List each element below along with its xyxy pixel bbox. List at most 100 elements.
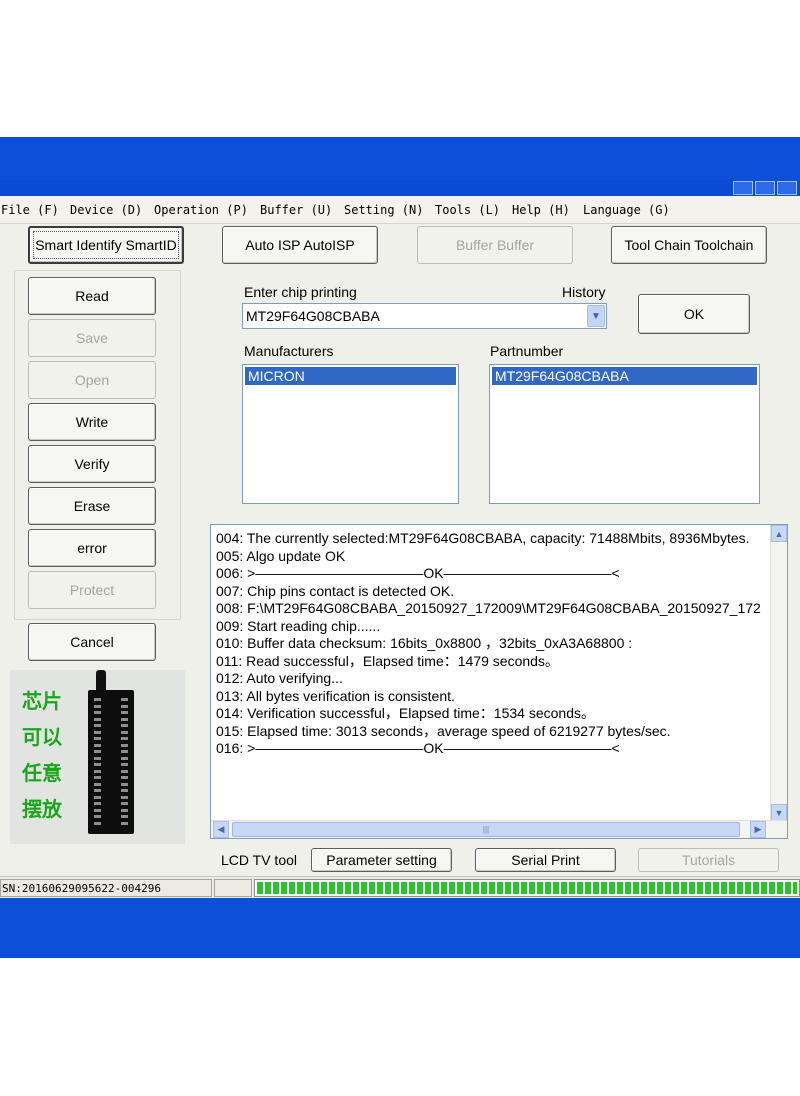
socket-pin: [121, 724, 128, 727]
socket-pin: [121, 737, 128, 740]
socket-pin: [94, 756, 101, 760]
menu-buffer[interactable]: Buffer (U): [260, 203, 332, 217]
socket-pin: [121, 750, 128, 753]
auto-isp-button[interactable]: Auto ISP AutoISP: [222, 226, 378, 264]
progress-fill: [257, 882, 797, 894]
bottom-blue-band: [0, 898, 800, 958]
tool-chain-button[interactable]: Tool Chain Toolchain: [611, 226, 767, 264]
socket-pin: [94, 763, 101, 766]
read-button[interactable]: Read: [28, 277, 156, 315]
manufacturers-label: Manufacturers: [244, 343, 334, 359]
chip-socket-photo: 芯片 可以 任意 摆放: [10, 670, 185, 844]
status-bar: SN:20160629095622-004296: [0, 876, 800, 898]
parameter-setting-button[interactable]: Parameter setting: [311, 848, 452, 872]
socket-pin: [121, 704, 128, 708]
log-lines: 004: The currently selected:MT29F64G08CB…: [216, 530, 766, 758]
socket-pin: [94, 776, 101, 779]
programmer-window: File (F) Device (D) Operation (P) Buffer…: [0, 196, 800, 898]
socket-pin: [121, 815, 128, 818]
socket-pin: [121, 730, 128, 734]
socket-pin: [94, 821, 101, 825]
serial-number: SN:20160629095622-004296: [0, 879, 212, 897]
socket-pin: [94, 789, 101, 792]
socket-pin: [121, 808, 128, 812]
socket-pin: [94, 711, 101, 714]
menu-tools[interactable]: Tools (L): [435, 203, 500, 217]
scroll-thumb[interactable]: |||: [232, 822, 740, 837]
photo-caption-4: 摆放: [22, 797, 62, 821]
scroll-right-icon[interactable]: ▶: [750, 821, 766, 838]
protect-button[interactable]: Protect: [28, 571, 156, 609]
window-titlebar: [0, 180, 800, 196]
menu-file[interactable]: File (F): [1, 203, 59, 217]
socket-pin: [121, 802, 128, 805]
list-item-manufacturer[interactable]: MICRON: [245, 367, 456, 385]
socket-pin: [94, 795, 101, 799]
log-line: 011: Read successful，Elapsed time：1479 s…: [216, 652, 559, 669]
scroll-left-icon[interactable]: ◀: [213, 821, 229, 838]
socket-pin: [94, 802, 101, 805]
log-line: 012: Auto verifying...: [216, 670, 343, 686]
scroll-up-icon[interactable]: ▲: [771, 525, 787, 542]
log-output[interactable]: 004: The currently selected:MT29F64G08CB…: [210, 524, 788, 839]
serial-print-button[interactable]: Serial Print: [475, 848, 616, 872]
socket-pin: [94, 750, 101, 753]
socket-pin: [121, 821, 128, 825]
log-line: 008: F:\MT29F64G08CBABA_20150927_172009\…: [216, 600, 761, 616]
menu-device[interactable]: Device (D): [70, 203, 142, 217]
socket-pin: [121, 776, 128, 779]
log-line: 016: >————————————OK————————————<: [216, 740, 620, 756]
chevron-down-icon[interactable]: ▼: [587, 305, 605, 327]
menu-help[interactable]: Help (H): [512, 203, 570, 217]
partnumber-list[interactable]: MT29F64G08CBABA: [489, 364, 760, 504]
socket-pin: [121, 789, 128, 792]
socket-pin: [121, 756, 128, 760]
save-button[interactable]: Save: [28, 319, 156, 357]
menu-operation[interactable]: Operation (P): [154, 203, 248, 217]
photo-caption-3: 任意: [22, 761, 62, 785]
write-button[interactable]: Write: [28, 403, 156, 441]
socket-pin: [94, 724, 101, 727]
socket-pin: [121, 717, 128, 721]
socket-pin: [121, 711, 128, 714]
log-line: 013: All bytes verification is consisten…: [216, 687, 455, 704]
menu-language[interactable]: Language (G): [583, 203, 670, 217]
socket-pin: [121, 769, 128, 773]
verify-button[interactable]: Verify: [28, 445, 156, 483]
error-button[interactable]: error: [28, 529, 156, 567]
chip-printing-label: Enter chip printing: [244, 284, 357, 300]
socket-pin: [94, 717, 101, 721]
scroll-down-icon[interactable]: ▼: [771, 804, 787, 821]
open-button[interactable]: Open: [28, 361, 156, 399]
buffer-button[interactable]: Buffer Buffer: [417, 226, 573, 264]
lcd-tv-tool-label: LCD TV tool: [221, 852, 297, 868]
menu-bar: File (F) Device (D) Operation (P) Buffer…: [0, 196, 800, 224]
cancel-button[interactable]: Cancel: [28, 623, 156, 661]
smart-identify-button[interactable]: Smart Identify SmartID: [28, 226, 184, 264]
minimize-button[interactable]: [733, 181, 753, 195]
socket-pin: [94, 808, 101, 812]
log-line: 005: Algo update OK: [216, 547, 346, 564]
close-button[interactable]: [777, 181, 797, 195]
list-item-partnumber[interactable]: MT29F64G08CBABA: [492, 367, 757, 385]
erase-button[interactable]: Erase: [28, 487, 156, 525]
photo-caption-2: 可以: [22, 725, 62, 749]
chip-printing-value: MT29F64G08CBABA: [246, 308, 380, 324]
socket-pin: [94, 698, 101, 701]
progress-bar: [254, 879, 800, 897]
socket-pin: [121, 782, 128, 786]
socket-pin: [121, 763, 128, 766]
manufacturers-list[interactable]: MICRON: [242, 364, 459, 504]
socket-pin: [94, 743, 101, 747]
socket-pin: [121, 795, 128, 799]
tutorials-button[interactable]: Tutorials: [638, 848, 779, 872]
log-vertical-scrollbar[interactable]: ▲ ▼: [770, 525, 787, 821]
log-line: 015: Elapsed time: 3013 seconds，average …: [216, 722, 671, 739]
menu-setting[interactable]: Setting (N): [344, 203, 423, 217]
log-horizontal-scrollbar[interactable]: ◀ ||| ▶: [211, 820, 787, 838]
socket-pin: [94, 815, 101, 818]
ok-button[interactable]: OK: [638, 294, 750, 334]
socket-pin: [94, 782, 101, 786]
maximize-button[interactable]: [755, 181, 775, 195]
chip-printing-combobox[interactable]: MT29F64G08CBABA ▼: [242, 303, 607, 329]
